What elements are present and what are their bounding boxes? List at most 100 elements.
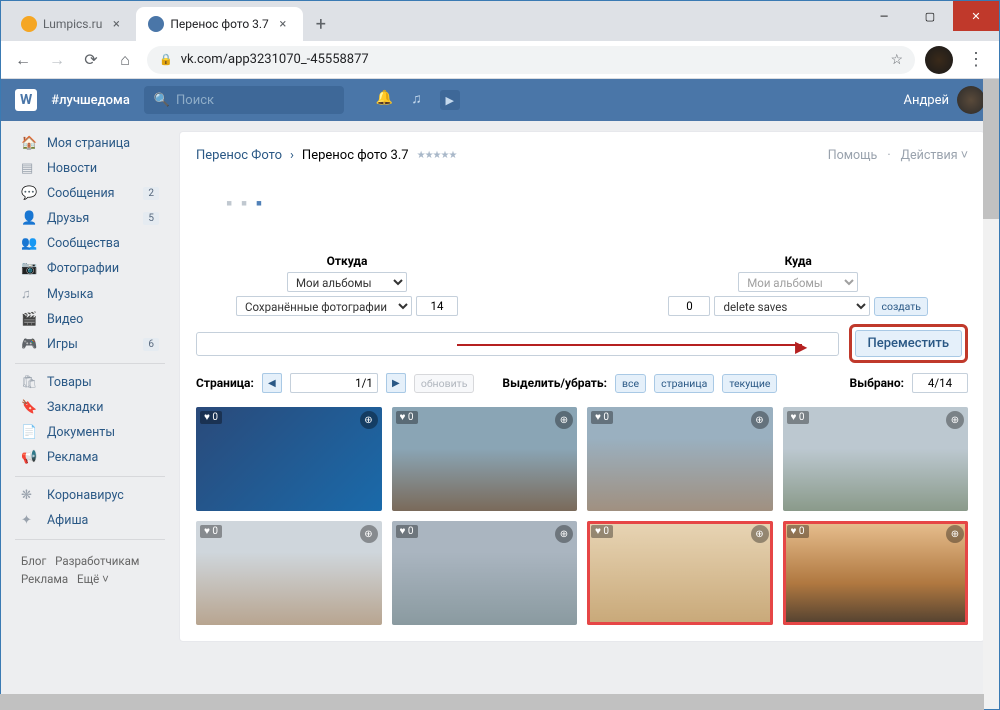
photo-thumbnail[interactable]: ♥ 0 ⊕ — [587, 407, 773, 511]
rating-stars[interactable]: ★★★★★ — [417, 150, 457, 161]
minimize-button[interactable]: — — [861, 1, 907, 31]
music-icon[interactable]: ♫ — [411, 90, 422, 110]
zoom-icon[interactable]: ⊕ — [751, 411, 769, 429]
photo-thumbnail[interactable]: ♥ 0⊕ — [783, 521, 969, 625]
create-button[interactable]: создать — [874, 297, 928, 316]
close-window-button[interactable]: ✕ — [953, 1, 999, 31]
photo-thumbnail[interactable]: ♥ 0⊕ — [392, 407, 578, 511]
zoom-icon[interactable]: ⊕ — [751, 525, 769, 543]
sidebar-item[interactable]: 📷Фотографии — [15, 256, 165, 281]
sidebar-item[interactable]: 👥Сообщества — [15, 231, 165, 256]
browser-tab-1[interactable]: Lumpics.ru × — [9, 7, 136, 41]
breadcrumb-root[interactable]: Перенос Фото — [196, 148, 282, 163]
nav-forward-button[interactable]: → — [45, 48, 69, 72]
footer-link[interactable]: Блог — [21, 554, 46, 568]
vk-logo[interactable]: W — [15, 89, 37, 111]
sidebar-icon: ❋ — [21, 488, 39, 503]
select-current-button[interactable]: текущие — [722, 374, 777, 393]
sidebar-badge: 6 — [143, 338, 159, 351]
profile-avatar[interactable] — [925, 46, 953, 74]
browser-tab-2[interactable]: Перенос фото 3.7 × — [136, 7, 302, 41]
nav-reload-button[interactable]: ⟳ — [79, 48, 103, 72]
sidebar-item-label: Афиша — [47, 513, 88, 528]
from-album-select[interactable]: Мои альбомы — [287, 272, 407, 292]
vk-user-menu[interactable]: Андрей — [903, 86, 985, 114]
sidebar-separator — [15, 476, 165, 477]
page-label: Страница: — [196, 376, 254, 390]
pager-row: Страница: ◀ ▶ обновить Выделить/убрать: … — [196, 373, 968, 393]
footer-link[interactable]: Разработчикам — [55, 554, 139, 568]
maximize-button[interactable]: ▢ — [907, 1, 953, 31]
page-viewport: W #лучшедома 🔍 Поиск 🔔 ♫ ▶ Андрей 🏠Моя с… — [1, 79, 999, 709]
sidebar-icon: 📢 — [21, 450, 39, 465]
photo-thumbnail[interactable]: ♥ 0⊕ — [783, 407, 969, 511]
zoom-icon[interactable]: ⊕ — [946, 411, 964, 429]
play-icon[interactable]: ▶ — [440, 90, 460, 110]
footer-link[interactable]: Ещё ˅ — [77, 572, 109, 586]
photo-thumbnail[interactable]: ♥ 0 ⊕ — [587, 521, 773, 625]
url-field[interactable]: 🔒 vk.com/app3231070_-45558877 ☆ — [147, 46, 915, 74]
vk-hashtag[interactable]: #лучшедома — [51, 93, 130, 108]
browser-menu-button[interactable]: ⋮ — [963, 49, 989, 70]
select-all-button[interactable]: все — [615, 374, 646, 393]
to-album-select[interactable]: Мои альбомы — [738, 272, 858, 292]
sidebar-item[interactable]: 💬Сообщения2 — [15, 181, 165, 206]
zoom-icon[interactable]: ⊕ — [360, 411, 378, 429]
close-icon[interactable]: × — [108, 16, 124, 32]
sidebar-separator — [15, 363, 165, 364]
zoom-icon[interactable]: ⊕ — [946, 525, 964, 543]
sidebar-item-label: Игры — [47, 337, 78, 352]
sidebar-item[interactable]: 🎬Видео — [15, 307, 165, 332]
bookmark-star-icon[interactable]: ☆ — [890, 52, 903, 68]
new-tab-button[interactable]: + — [307, 10, 335, 38]
sidebar-item-label: Видео — [47, 312, 83, 327]
page-prev-button[interactable]: ◀ — [262, 373, 282, 393]
help-link[interactable]: Помощь — [828, 148, 878, 163]
search-icon: 🔍 — [154, 93, 170, 108]
sidebar-item[interactable]: ♫Музыка — [15, 281, 165, 307]
sidebar-item[interactable]: ❋Коронавирус — [15, 483, 165, 508]
photo-thumbnail[interactable]: ♥ 0 ⊕ — [196, 521, 382, 625]
sidebar-item[interactable]: 📄Документы — [15, 420, 165, 445]
zoom-icon[interactable]: ⊕ — [555, 525, 573, 543]
action-row: ▶ Переместить — [196, 324, 968, 363]
actions-menu[interactable]: Действия ˅ — [901, 148, 968, 163]
photo-thumbnail[interactable]: ♥ 0⊕ — [196, 407, 382, 511]
sidebar-item[interactable]: 🛍Товары — [15, 370, 165, 395]
close-icon[interactable]: × — [275, 16, 291, 32]
bell-icon[interactable]: 🔔 — [376, 90, 393, 110]
sidebar-item[interactable]: 🔖Закладки — [15, 395, 165, 420]
vk-search-input[interactable]: 🔍 Поиск — [144, 86, 344, 114]
likes-badge: ♥ 0 — [591, 525, 613, 538]
page-next-button[interactable]: ▶ — [386, 373, 406, 393]
sidebar-item[interactable]: 📢 Реклама — [15, 445, 165, 470]
sidebar-item[interactable]: 👤Друзья5 — [15, 206, 165, 231]
photo-thumbnail[interactable]: ♥ 0⊕ — [392, 521, 578, 625]
sidebar-item-label: Реклама — [47, 450, 98, 465]
zoom-icon[interactable]: ⊕ — [360, 525, 378, 543]
nav-back-button[interactable]: ← — [11, 48, 35, 72]
select-page-button[interactable]: страница — [654, 374, 714, 393]
move-button[interactable]: Переместить — [855, 330, 963, 357]
sidebar-icon: 🏠 — [21, 136, 39, 151]
to-subalbum-select[interactable]: delete saves — [714, 296, 870, 316]
search-placeholder: Поиск — [176, 93, 214, 108]
from-count-field[interactable] — [416, 296, 458, 316]
from-subalbum-select[interactable]: Сохранённые фотографии — [236, 296, 412, 316]
vertical-scrollbar[interactable] — [983, 79, 999, 709]
nav-home-button[interactable]: ⌂ — [113, 48, 137, 72]
zoom-icon[interactable]: ⊕ — [555, 411, 573, 429]
select-label: Выделить/убрать: — [502, 376, 607, 390]
footer-link[interactable]: Реклама — [21, 572, 68, 586]
horizontal-scrollbar[interactable] — [0, 694, 984, 710]
page-input[interactable] — [290, 373, 378, 393]
sidebar-item[interactable]: ▤Новости — [15, 156, 165, 181]
sidebar-item[interactable]: 🏠Моя страница — [15, 131, 165, 156]
sidebar-item[interactable]: ✦Афиша — [15, 508, 165, 533]
refresh-button[interactable]: обновить — [414, 374, 475, 393]
sidebar-icon: 👤 — [21, 211, 39, 226]
likes-badge: ♥ 0 — [200, 525, 222, 538]
likes-badge: ♥ 0 — [591, 411, 613, 424]
sidebar-item[interactable]: 🎮Игры6 — [15, 332, 165, 357]
to-count-field[interactable] — [668, 296, 710, 316]
